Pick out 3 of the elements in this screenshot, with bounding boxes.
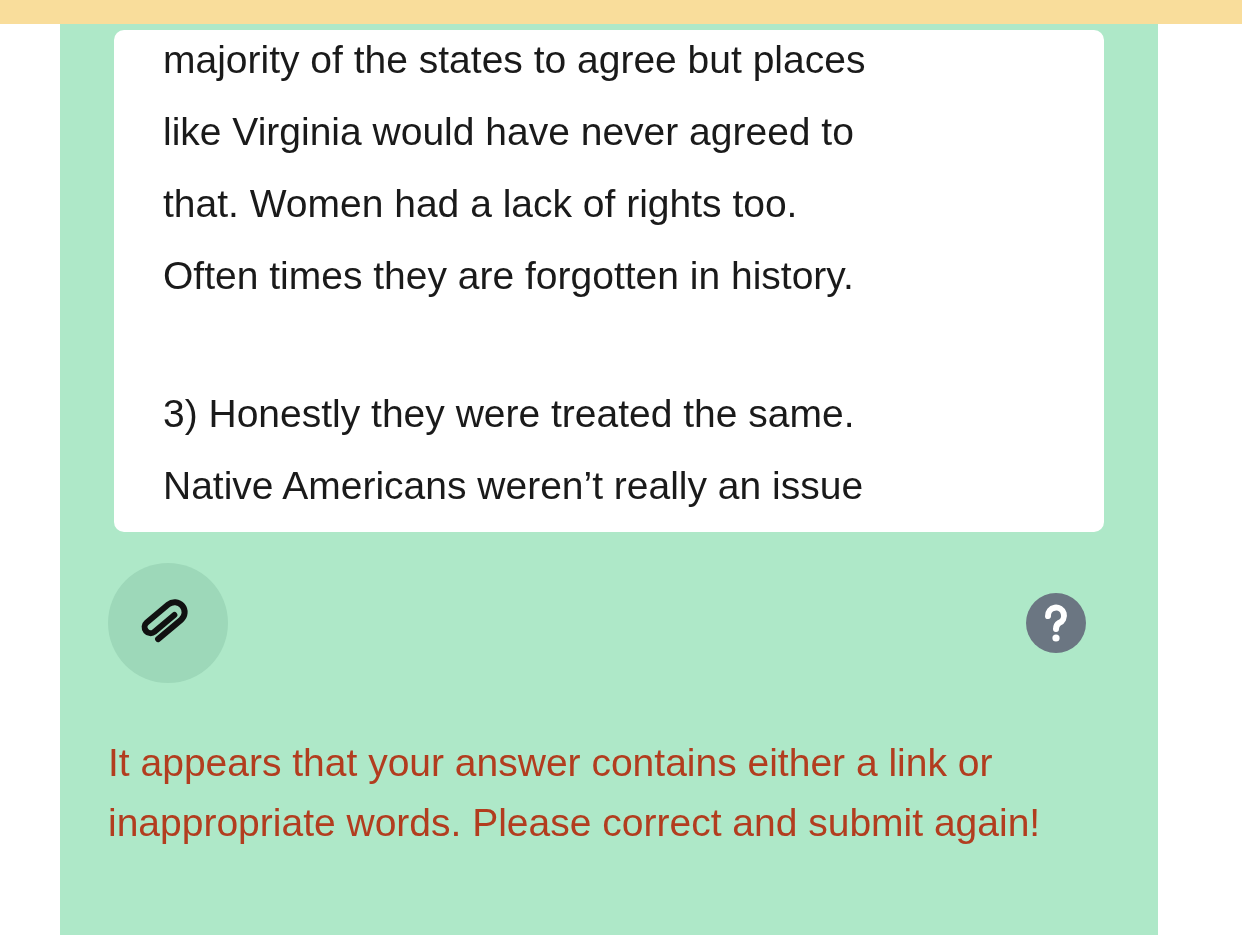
help-icon[interactable]	[1026, 593, 1086, 653]
error-message: It appears that your answer contains either a link or inappropriate words. Please correct and submit again!	[108, 740, 1042, 846]
answer-box[interactable]: majority of the states to agree but places like Virginia would have never agreed to that. Women had a lack of rights too. Often times they are forgotten in history. 3) Honestly they were treated the same. Native Americans weren’t really an issue	[114, 30, 1104, 532]
